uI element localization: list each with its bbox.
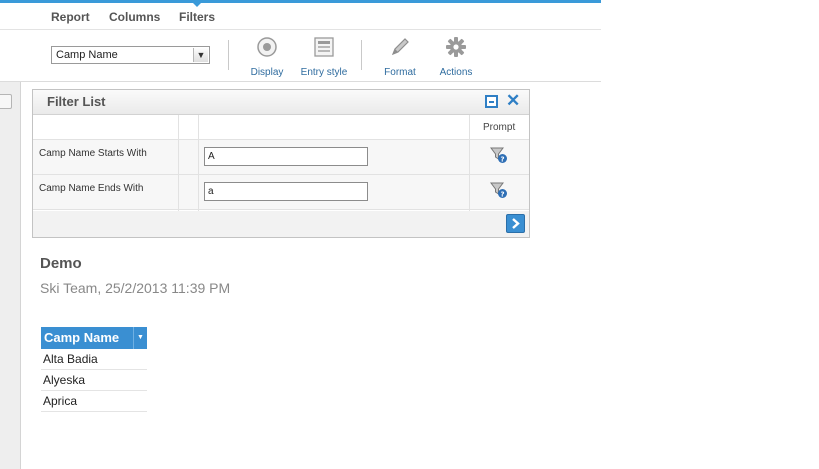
folder-icon[interactable] — [0, 94, 12, 109]
prompt-filter-icon[interactable]: ? — [490, 146, 508, 164]
grid-column-divider — [178, 115, 179, 211]
table-row: Alyeska — [41, 370, 147, 391]
left-side-strip — [0, 82, 21, 469]
toolbar: Camp Name ▼ Display Entry style Format A… — [0, 30, 601, 82]
report-subtitle: Ski Team, 25/2/2013 11:39 PM — [40, 280, 231, 296]
column-header-label: Camp Name — [44, 330, 120, 345]
apply-filters-button[interactable] — [506, 214, 525, 233]
display-button[interactable]: Display — [244, 36, 290, 78]
filter-row-label: Camp Name Starts With — [39, 148, 147, 159]
svg-text:?: ? — [500, 191, 504, 199]
prompt-filter-icon[interactable]: ? — [490, 181, 508, 199]
prompt-column-header: Prompt — [483, 122, 516, 133]
menu-bar: Report Columns Filters — [0, 3, 601, 30]
table-row: Aprica — [41, 391, 147, 412]
minimize-icon[interactable] — [485, 95, 498, 108]
column-select[interactable]: Camp Name ▼ — [51, 46, 210, 64]
svg-text:?: ? — [500, 156, 504, 164]
filter-row: Camp Name Starts With A ? — [33, 140, 529, 175]
menu-report[interactable]: Report — [51, 10, 90, 24]
menu-filters[interactable]: Filters — [179, 10, 215, 24]
filter-row-label: Camp Name Ends With — [39, 183, 144, 194]
filter-value-input[interactable]: A — [204, 147, 368, 166]
filter-list-panel: Filter List ✕ Prompt Camp Name Starts Wi… — [32, 89, 530, 238]
filter-panel-header: Filter List ✕ — [33, 90, 529, 115]
filter-panel-title: Filter List — [47, 94, 106, 109]
gear-icon — [446, 37, 466, 57]
column-menu-icon[interactable]: ▼ — [133, 327, 147, 349]
arrow-right-icon — [512, 218, 520, 229]
actions-label: Actions — [439, 67, 473, 78]
entry-style-icon — [314, 37, 334, 57]
table-row: Alta Badia — [41, 349, 147, 370]
format-button[interactable]: Format — [380, 36, 420, 78]
display-label: Display — [250, 67, 284, 78]
close-icon[interactable]: ✕ — [506, 91, 520, 111]
menu-columns[interactable]: Columns — [109, 10, 160, 24]
filter-value-input[interactable]: a — [204, 182, 368, 201]
filter-grid-header — [33, 115, 529, 140]
eye-icon — [257, 37, 277, 57]
format-label: Format — [384, 67, 416, 78]
filter-row: Camp Name Ends With a ? — [33, 175, 529, 210]
column-header-camp-name[interactable]: Camp Name ▼ — [41, 327, 147, 349]
actions-button[interactable]: Actions — [436, 36, 476, 78]
entry-style-label: Entry style — [300, 67, 348, 78]
column-select-value: Camp Name — [56, 49, 118, 61]
toolbar-divider — [361, 40, 362, 70]
report-title: Demo — [40, 255, 82, 272]
grid-column-divider — [469, 115, 470, 211]
toolbar-divider — [228, 40, 229, 70]
pencil-icon — [391, 38, 409, 56]
grid-column-divider — [198, 115, 199, 211]
entry-style-button[interactable]: Entry style — [297, 36, 351, 78]
report-table: Camp Name ▼ Alta Badia Alyeska Aprica — [41, 327, 147, 412]
filter-panel-footer — [33, 211, 529, 237]
dropdown-arrow-icon[interactable]: ▼ — [193, 48, 208, 62]
